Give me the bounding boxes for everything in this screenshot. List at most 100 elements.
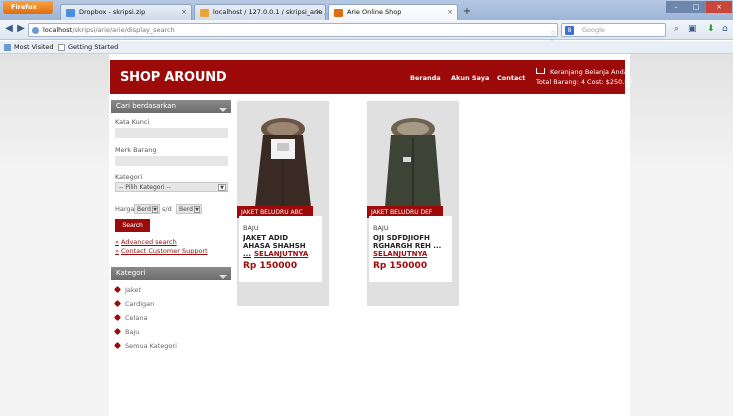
back-arrow-icon[interactable]: ◀ (3, 23, 15, 35)
contact-support-link[interactable]: » Contact Customer Support (115, 247, 208, 255)
nav-contact[interactable]: Contact (497, 74, 525, 82)
cart-summary: Total Barang: 4 Cost: $250.00 (536, 78, 633, 86)
caret-down-icon (219, 108, 227, 112)
bullet-icon (113, 285, 122, 294)
cart-title[interactable]: Keranjang Belanja Anda (550, 68, 628, 76)
url-bar[interactable]: localhost/skripsi/arie/arie/display_sear… (28, 23, 558, 53)
page-menu-icon[interactable]: ▣ (688, 24, 697, 34)
window-close-icon[interactable]: × (706, 1, 732, 13)
price-label: Harga (115, 205, 135, 213)
bookmark-folder-icon (4, 44, 11, 51)
price-from-select[interactable]: Berd ▼ (134, 204, 160, 214)
download-arrow-icon[interactable]: ⬇ (707, 24, 715, 34)
brand-input[interactable] (115, 156, 228, 166)
tab-label: localhost / 127.0.0.1 / skripsi_arie / b… (213, 8, 325, 16)
category-select[interactable]: -- Pilih Kategori -- ▼ (115, 182, 228, 192)
google-icon: 8 (565, 26, 574, 35)
category-text: Celana (125, 314, 148, 322)
category-panel-title: Kategori (111, 267, 231, 280)
category-text: Baju (125, 328, 140, 336)
close-icon[interactable]: × (315, 8, 321, 16)
search-magnifier-icon[interactable]: ⌕ (674, 24, 679, 34)
new-tab-icon[interactable]: + (460, 5, 474, 19)
link-text: Contact Customer Support (120, 247, 208, 255)
phpmyadmin-icon (200, 9, 209, 17)
nav-beranda[interactable]: Beranda (410, 74, 441, 82)
category-text: Cardigan (125, 300, 155, 308)
brand-label: Merk Barang (115, 146, 157, 154)
product-name-line1[interactable]: OJI SDFDJIOFH (373, 234, 453, 242)
more-ellipsis: ... (243, 250, 251, 258)
site-logo[interactable]: SHOP AROUND (120, 70, 227, 85)
chevron-down-icon: ▼ (194, 206, 200, 213)
browser-search-input[interactable]: 8 Google (561, 23, 666, 37)
product-type: BAJU (373, 224, 389, 232)
category-text: Semua Kategori (125, 342, 177, 350)
chevron-down-icon: ▼ (152, 206, 158, 213)
bookmarks-bar: Most Visited Getting Started (0, 41, 733, 54)
panel-title-text: Kategori (116, 269, 146, 277)
bullet-icon (113, 313, 122, 322)
bookmark-label: Getting Started (68, 43, 119, 51)
category-item-cardigan[interactable]: Cardigan (113, 299, 155, 308)
nav-akun-saya[interactable]: Akun Saya (451, 74, 489, 82)
tab-arie-online-shop[interactable]: Arie Online Shop × (328, 4, 458, 20)
category-item-baju[interactable]: Baju (113, 327, 140, 336)
product-type: BAJU (243, 224, 259, 232)
product-name-line2[interactable]: AHASA SHAHSH (243, 242, 323, 250)
firefox-menu-button[interactable]: Firefox (3, 1, 53, 14)
browser-titlebar: Firefox Dropbox - skripsi.zip × localhos… (0, 0, 733, 20)
home-icon[interactable]: ⌂ (722, 24, 728, 34)
read-more-link[interactable]: SELANJUTNYA (373, 250, 427, 258)
product-price: Rp 150000 (243, 261, 298, 271)
maximize-icon[interactable]: □ (686, 1, 706, 13)
product-card[interactable]: JAKET BELUDRU ABC BAJU JAKET ADID AHASA … (237, 101, 329, 306)
price-separator: s/d (162, 205, 172, 213)
shopping-cart-icon[interactable] (536, 68, 545, 74)
tab-dropbox[interactable]: Dropbox - skripsi.zip × (60, 4, 192, 20)
tab-phpmyadmin[interactable]: localhost / 127.0.0.1 / skripsi_arie / b… (194, 4, 326, 20)
keyword-label: Kata Kunci (115, 118, 150, 126)
category-item-semua-kategori[interactable]: Semua Kategori (113, 341, 177, 350)
product-info: BAJU OJI SDFDJIOFH RGHARGH REH ... SELAN… (369, 216, 452, 282)
product-price: Rp 150000 (373, 261, 428, 271)
keyword-input[interactable] (115, 128, 228, 138)
product-info: BAJU JAKET ADID AHASA SHAHSH ... SELANJU… (239, 216, 322, 282)
category-text: Jaket (125, 286, 141, 294)
tab-label: Dropbox - skripsi.zip (79, 8, 146, 16)
shop-favicon-icon (334, 9, 343, 17)
search-button[interactable]: Search (115, 219, 150, 232)
category-label: Kategori (115, 173, 143, 181)
jacket-image[interactable] (381, 117, 445, 211)
price-to-select[interactable]: Berd ▼ (176, 204, 202, 214)
price-to-value: Berd (179, 206, 193, 213)
browser-navbar: ◀ ▶ localhost/skripsi/arie/arie/display_… (0, 20, 733, 53)
bookmark-getting-started[interactable]: Getting Started (58, 43, 118, 51)
advanced-search-link[interactable]: » Advanced search (115, 238, 177, 246)
forward-arrow-icon[interactable]: ▶ (15, 23, 27, 35)
link-text: Advanced search (120, 238, 177, 246)
category-item-celana[interactable]: Celana (113, 313, 148, 322)
site-identity-icon (32, 27, 39, 34)
chevron-down-icon: ▼ (218, 184, 226, 191)
bullet-icon (113, 299, 122, 308)
product-card[interactable]: JAKET BELUDRU DEF BAJU OJI SDFDJIOFH RGH… (367, 101, 459, 306)
bookmark-most-visited[interactable]: Most Visited (4, 43, 54, 51)
product-name-line1[interactable]: JAKET ADID (243, 234, 323, 242)
close-icon[interactable]: × (447, 8, 453, 16)
tab-label: Arie Online Shop (347, 8, 402, 16)
url-path: /skripsi/arie/arie/display_search (72, 26, 175, 34)
close-icon[interactable]: × (181, 8, 187, 16)
url-host: localhost (43, 26, 73, 34)
bullet-icon (113, 327, 122, 336)
bookmark-page-icon (58, 44, 65, 51)
read-more-link[interactable]: SELANJUTNYA (254, 250, 308, 258)
search-panel-title: Cari berdasarkan (111, 100, 231, 113)
jacket-image[interactable] (251, 117, 315, 211)
minimize-icon[interactable]: – (666, 1, 686, 13)
category-item-jaket[interactable]: Jaket (113, 285, 141, 294)
price-from-value: Berd (137, 206, 151, 213)
category-selected: -- Pilih Kategori -- (119, 184, 171, 191)
caret-down-icon (219, 275, 227, 279)
product-name-line2[interactable]: RGHARGH REH ... (373, 242, 453, 250)
